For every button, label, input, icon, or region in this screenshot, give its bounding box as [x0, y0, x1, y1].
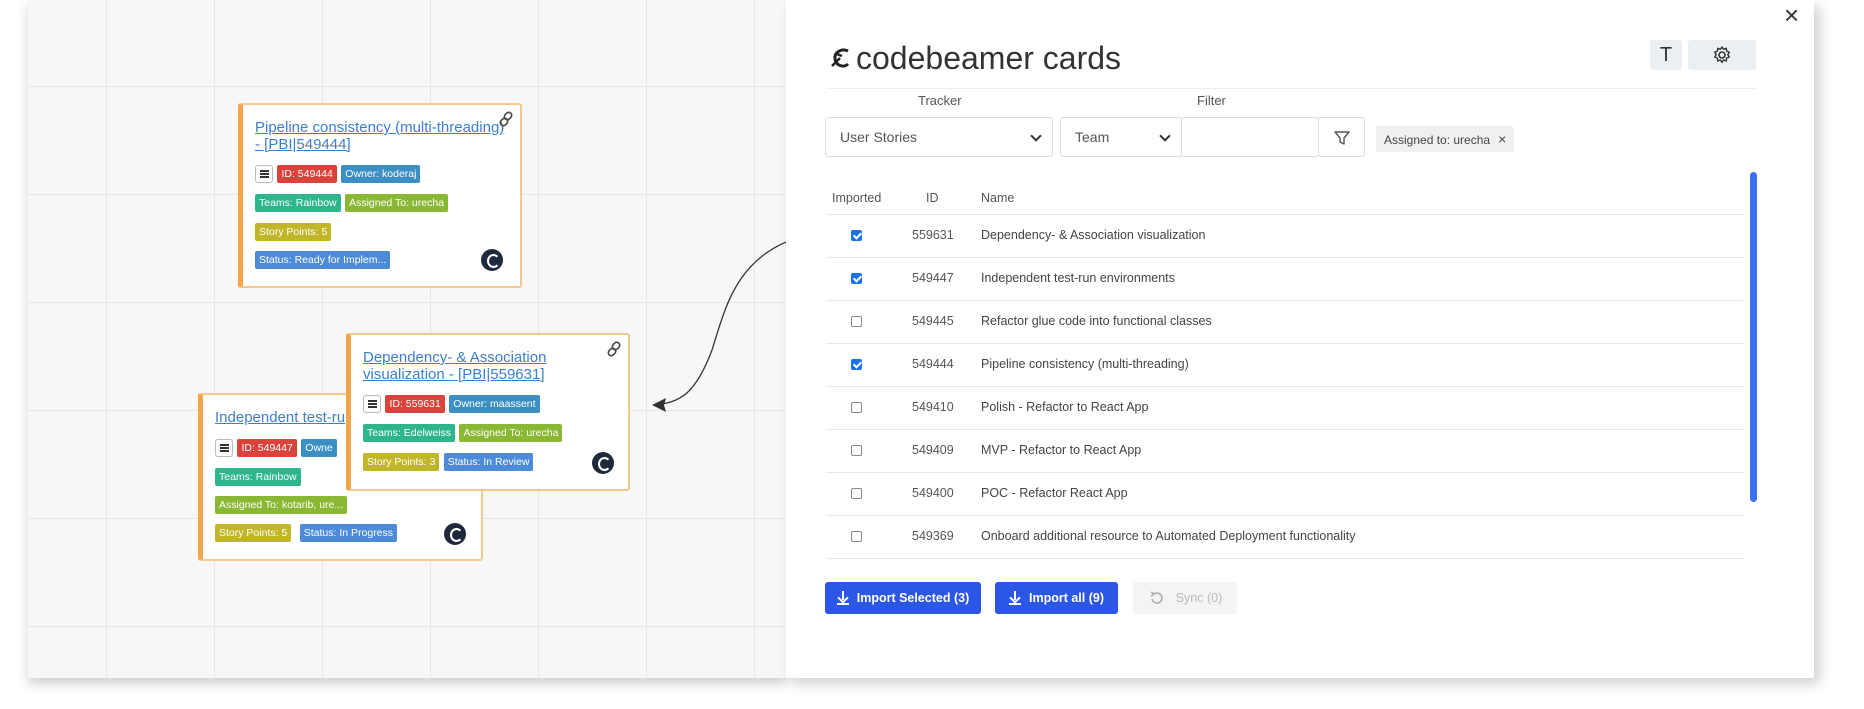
card-title-link[interactable]: Pipeline consistency (multi-threading) -… [255, 119, 505, 153]
tracker-select[interactable]: User Stories [825, 117, 1053, 157]
story-points-badge: Story Points: 5 [255, 223, 332, 241]
gear-icon [1714, 46, 1730, 64]
row-name: Onboard additional resource to Automated… [981, 529, 1356, 543]
remove-chip-icon[interactable]: × [1498, 131, 1506, 147]
assigned-filter-chip: Assigned to: urecha × [1376, 126, 1515, 152]
scrollbar[interactable] [1750, 172, 1757, 502]
row-checkbox[interactable] [851, 359, 862, 370]
row-id: 549400 [912, 486, 954, 500]
table-row[interactable]: 549400 POC - Refactor React App [826, 472, 1744, 516]
text-format-button[interactable]: T [1650, 40, 1682, 70]
sync-icon [1150, 591, 1163, 604]
row-checkbox[interactable] [851, 230, 862, 241]
row-name: Independent test-run environments [981, 271, 1175, 285]
table-bottom-border [826, 558, 1744, 560]
panel-title: codebeamer cards [828, 40, 1121, 77]
story-points-badge: Story Points: 5 [215, 524, 292, 542]
row-name: MVP - Refactor to React App [981, 443, 1142, 457]
chevron-down-icon [1030, 130, 1042, 142]
filter-icon [1334, 131, 1350, 145]
unlink-icon[interactable] [496, 109, 516, 129]
col-name: Name [981, 191, 1015, 205]
table-row[interactable]: 549409 MVP - Refactor to React App [826, 429, 1744, 473]
codebeamer-logo-icon [831, 48, 850, 68]
unlink-icon[interactable] [604, 339, 624, 359]
row-checkbox[interactable] [851, 316, 862, 327]
id-badge: ID: 559631 [385, 395, 445, 413]
owner-badge: Owner: maassent [449, 395, 540, 413]
row-id: 549447 [912, 271, 954, 285]
row-id: 549409 [912, 443, 954, 457]
import-all-button[interactable]: Import all (9) [995, 582, 1118, 614]
filter-field-select[interactable]: Team [1060, 117, 1182, 157]
row-checkbox[interactable] [851, 273, 862, 284]
teams-badge: Teams: Rainbow [215, 468, 301, 486]
row-name: POC - Refactor React App [981, 486, 1128, 500]
assigned-badge: Assigned To: kotarib, ure... [215, 496, 348, 514]
table-row[interactable]: 549410 Polish - Refactor to React App [826, 386, 1744, 430]
download-icon [836, 591, 849, 605]
story-points-badge: Story Points: 3 [363, 453, 440, 471]
assigned-badge: Assigned To: urecha [345, 194, 449, 212]
sync-button[interactable]: Sync (0) [1133, 582, 1237, 614]
row-id: 549445 [912, 314, 954, 328]
card-dependency[interactable]: Dependency- & Association visualization … [346, 333, 630, 491]
row-checkbox[interactable] [851, 531, 862, 542]
download-icon [1008, 591, 1021, 605]
row-checkbox[interactable] [851, 445, 862, 456]
teams-badge: Teams: Edelweiss [363, 424, 456, 442]
row-id: 549369 [912, 529, 954, 543]
row-id: 549410 [912, 400, 954, 414]
row-name: Dependency- & Association visualization [981, 228, 1206, 242]
status-badge: Status: Ready for Implem... [255, 251, 391, 269]
description-icon[interactable] [215, 439, 233, 457]
table-row[interactable]: 559631 Dependency- & Association visualiz… [826, 214, 1744, 258]
description-icon[interactable] [255, 165, 273, 183]
row-checkbox[interactable] [851, 488, 862, 499]
description-icon[interactable] [363, 395, 381, 413]
row-checkbox[interactable] [851, 402, 862, 413]
teams-badge: Teams: Rainbow [255, 194, 341, 212]
status-badge: Status: In Progress [299, 524, 398, 542]
id-badge: ID: 549444 [277, 165, 337, 183]
table-row[interactable]: 549447 Independent test-run environments [826, 257, 1744, 301]
owner-badge: Owne [301, 439, 337, 457]
divider [826, 88, 1756, 89]
row-id: 549444 [912, 357, 954, 371]
card-pipeline[interactable]: Pipeline consistency (multi-threading) -… [238, 103, 522, 288]
row-id: 559631 [912, 228, 954, 242]
col-id: ID [926, 191, 939, 205]
col-imported: Imported [832, 191, 882, 205]
import-selected-button[interactable]: Import Selected (3) [825, 582, 981, 614]
codebeamer-logo-icon [592, 452, 614, 474]
assigned-badge: Assigned To: urecha [459, 424, 563, 442]
status-badge: Status: In Review [443, 453, 534, 471]
id-badge: ID: 549447 [237, 439, 297, 457]
filter-value-input[interactable] [1181, 117, 1319, 157]
settings-button[interactable] [1688, 40, 1756, 70]
apply-filter-button[interactable] [1318, 117, 1365, 157]
owner-badge: Owner: koderaj [341, 165, 421, 183]
row-name: Pipeline consistency (multi-threading) [981, 357, 1189, 371]
row-name: Polish - Refactor to React App [981, 400, 1149, 414]
filter-label: Filter [1197, 93, 1226, 108]
tracker-label: Tracker [918, 93, 962, 108]
chevron-down-icon [1159, 130, 1171, 142]
table-row[interactable]: 549445 Refactor glue code into functional… [826, 300, 1744, 344]
table-row[interactable]: 549444 Pipeline consistency (multi-thread… [826, 343, 1744, 387]
row-name: Refactor glue code into functional class… [981, 314, 1212, 328]
codebeamer-logo-icon [444, 523, 466, 545]
card-title-link[interactable]: Dependency- & Association visualization … [363, 349, 613, 383]
codebeamer-logo-icon [481, 249, 503, 271]
close-icon[interactable]: × [1784, 2, 1799, 28]
table-row[interactable]: 549369 Onboard additional resource to Aut… [826, 515, 1744, 559]
